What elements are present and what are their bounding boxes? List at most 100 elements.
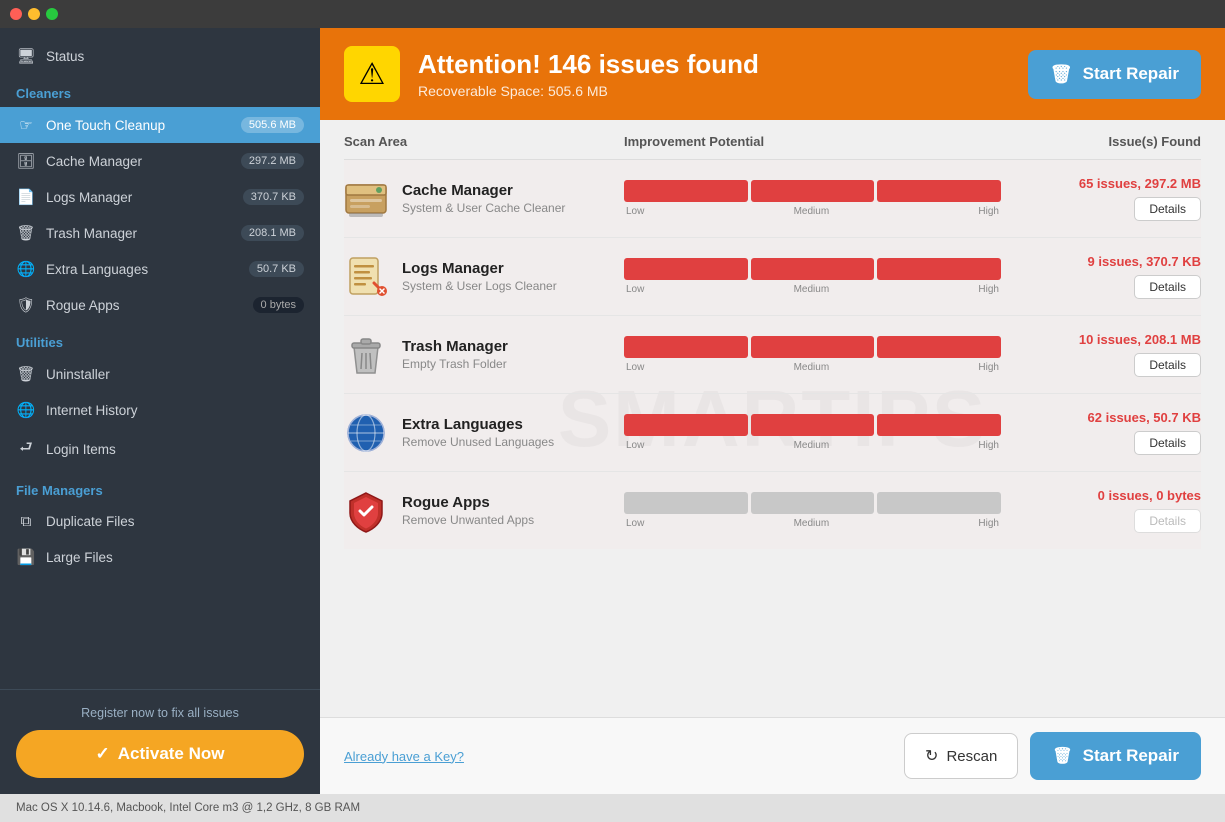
- uninstaller-label: Uninstaller: [46, 367, 304, 382]
- main-content: ⚠ Attention! 146 issues found Recoverabl…: [320, 28, 1225, 794]
- header-issues: Issue(s) Found: [1001, 134, 1201, 149]
- logs-manager-details-button[interactable]: Details: [1134, 275, 1201, 299]
- minimize-button[interactable]: [28, 8, 40, 20]
- trash-btn-icon-bottom: 🗑: [1052, 746, 1072, 766]
- logs-manager-text: Logs Manager System & User Logs Cleaner: [402, 260, 557, 293]
- file-managers-section-label: File Managers: [0, 471, 320, 504]
- login-items-label: Login Items: [46, 442, 304, 457]
- rogue-apps-result: 0 issues, 0 bytes Details: [1001, 488, 1201, 533]
- extra-languages-desc: Remove Unused Languages: [402, 435, 554, 449]
- rescan-label: Rescan: [946, 748, 997, 765]
- cache-manager-result: 65 issues, 297.2 MB Details: [1001, 176, 1201, 221]
- start-repair-button-bottom[interactable]: 🗑 Start Repair: [1030, 732, 1201, 780]
- sidebar-item-login-items[interactable]: ⮐ Login Items: [0, 428, 320, 471]
- activate-label: Activate Now: [118, 744, 225, 764]
- sidebar-item-rogue-apps[interactable]: 🛡 Rogue Apps 0 bytes: [0, 287, 320, 323]
- cache-manager-badge: 297.2 MB: [241, 153, 304, 169]
- bar-labels: Low Medium High: [624, 206, 1001, 217]
- app-body: 🖥 Status Cleaners ☞ One Touch Cleanup 50…: [0, 28, 1225, 794]
- logs-manager-badge: 370.7 KB: [243, 189, 304, 205]
- extra-languages-badge: 50.7 KB: [249, 261, 304, 277]
- extra-languages-result: 62 issues, 50.7 KB Details: [1001, 410, 1201, 455]
- table-row: Trash Manager Empty Trash Folder Low Med…: [344, 316, 1201, 394]
- register-text: Register now to fix all issues: [16, 706, 304, 720]
- file-text-icon: 📄: [16, 188, 36, 206]
- bar-segment: [751, 258, 875, 280]
- bar-labels: Low Medium High: [624, 284, 1001, 295]
- bar-segment: [751, 336, 875, 358]
- bar-segment: [751, 492, 875, 514]
- warning-icon: ⚠: [359, 57, 386, 92]
- trash-manager-bar: Low Medium High: [624, 336, 1001, 373]
- trash-manager-name: Trash Manager: [402, 338, 508, 355]
- extra-languages-icon: [344, 411, 388, 455]
- logs-manager-result-text: 9 issues, 370.7 KB: [1088, 254, 1201, 269]
- close-button[interactable]: [10, 8, 22, 20]
- trash-manager-details-button[interactable]: Details: [1134, 353, 1201, 377]
- sidebar-item-extra-languages[interactable]: 🌐 Extra Languages 50.7 KB: [0, 251, 320, 287]
- start-repair-button-top[interactable]: 🗑 Start Repair: [1028, 50, 1201, 99]
- sidebar-item-trash-manager[interactable]: 🗑 Trash Manager 208.1 MB: [0, 215, 320, 251]
- extra-languages-result-text: 62 issues, 50.7 KB: [1088, 410, 1201, 425]
- table-row: Extra Languages Remove Unused Languages …: [344, 394, 1201, 472]
- rogue-apps-details-button: Details: [1134, 509, 1201, 533]
- cache-manager-label: Cache Manager: [46, 154, 231, 169]
- sidebar-content: 🖥 Status Cleaners ☞ One Touch Cleanup 50…: [0, 28, 320, 689]
- start-repair-label-top: Start Repair: [1083, 64, 1179, 84]
- cache-manager-info: Cache Manager System & User Cache Cleane…: [344, 177, 624, 221]
- bar-label-low: Low: [626, 206, 644, 217]
- logs-manager-icon: [344, 255, 388, 299]
- extra-languages-name: Extra Languages: [402, 416, 554, 433]
- bar-label-high: High: [978, 440, 999, 451]
- bottom-right-actions: ↻ Rescan 🗑 Start Repair: [904, 732, 1201, 780]
- bar-label-low: Low: [626, 362, 644, 373]
- rogue-apps-name: Rogue Apps: [402, 494, 534, 511]
- already-key-link[interactable]: Already have a Key?: [344, 749, 464, 764]
- login-icon: ⮐: [16, 437, 36, 462]
- one-touch-cleanup-badge: 505.6 MB: [241, 117, 304, 133]
- extra-languages-label: Extra Languages: [46, 262, 239, 277]
- trash-manager-result-text: 10 issues, 208.1 MB: [1079, 332, 1201, 347]
- cache-manager-name: Cache Manager: [402, 182, 565, 199]
- sidebar-item-uninstaller[interactable]: 🗑 Uninstaller: [0, 356, 320, 392]
- table-row: Rogue Apps Remove Unwanted Apps Low Medi…: [344, 472, 1201, 549]
- bar-label-high: High: [978, 362, 999, 373]
- rogue-apps-icon: [344, 489, 388, 533]
- alert-subtitle: Recoverable Space: 505.6 MB: [418, 83, 1010, 99]
- sidebar: 🖥 Status Cleaners ☞ One Touch Cleanup 50…: [0, 28, 320, 794]
- bar-label-medium: Medium: [794, 440, 830, 451]
- cache-manager-icon: [344, 177, 388, 221]
- alert-banner: ⚠ Attention! 146 issues found Recoverabl…: [320, 28, 1225, 120]
- status-bar: Mac OS X 10.14.6, Macbook, Intel Core m3…: [0, 794, 1225, 822]
- cache-manager-details-button[interactable]: Details: [1134, 197, 1201, 221]
- sidebar-item-large-files[interactable]: 💾 Large Files: [0, 539, 320, 575]
- logs-manager-bar: Low Medium High: [624, 258, 1001, 295]
- cache-manager-result-text: 65 issues, 297.2 MB: [1079, 176, 1201, 191]
- sidebar-item-internet-history[interactable]: 🌐 Internet History: [0, 392, 320, 428]
- scan-area: SMARTIPS Scan Area Improvement Potential…: [320, 120, 1225, 717]
- one-touch-cleanup-label: One Touch Cleanup: [46, 118, 231, 133]
- sidebar-item-duplicate-files[interactable]: ⧉ Duplicate Files: [0, 504, 320, 539]
- header-improvement: Improvement Potential: [624, 134, 1001, 149]
- logs-manager-result: 9 issues, 370.7 KB Details: [1001, 254, 1201, 299]
- rogue-apps-label: Rogue Apps: [46, 298, 243, 313]
- fullscreen-button[interactable]: [46, 8, 58, 20]
- activate-now-button[interactable]: ✓ Activate Now: [16, 730, 304, 778]
- sidebar-item-logs-manager[interactable]: 📄 Logs Manager 370.7 KB: [0, 179, 320, 215]
- bar-segment: [877, 492, 1001, 514]
- bar-labels: Low Medium High: [624, 518, 1001, 529]
- sidebar-item-one-touch-cleanup[interactable]: ☞ One Touch Cleanup 505.6 MB: [0, 107, 320, 143]
- rescan-button[interactable]: ↻ Rescan: [904, 733, 1018, 779]
- table-header: Scan Area Improvement Potential Issue(s)…: [344, 120, 1201, 160]
- bar-segment: [877, 336, 1001, 358]
- monitor-icon: 🖥: [16, 47, 36, 65]
- sidebar-item-status[interactable]: 🖥 Status: [0, 38, 320, 74]
- sidebar-item-cache-manager[interactable]: 🗄 Cache Manager 297.2 MB: [0, 143, 320, 179]
- bar-segment: [624, 414, 748, 436]
- rogue-apps-badge: 0 bytes: [253, 297, 304, 313]
- extra-languages-details-button[interactable]: Details: [1134, 431, 1201, 455]
- hdd-icon: 💾: [16, 548, 36, 566]
- trash-manager-label: Trash Manager: [46, 226, 231, 241]
- extra-languages-bar: Low Medium High: [624, 414, 1001, 451]
- alert-icon: ⚠: [344, 46, 400, 102]
